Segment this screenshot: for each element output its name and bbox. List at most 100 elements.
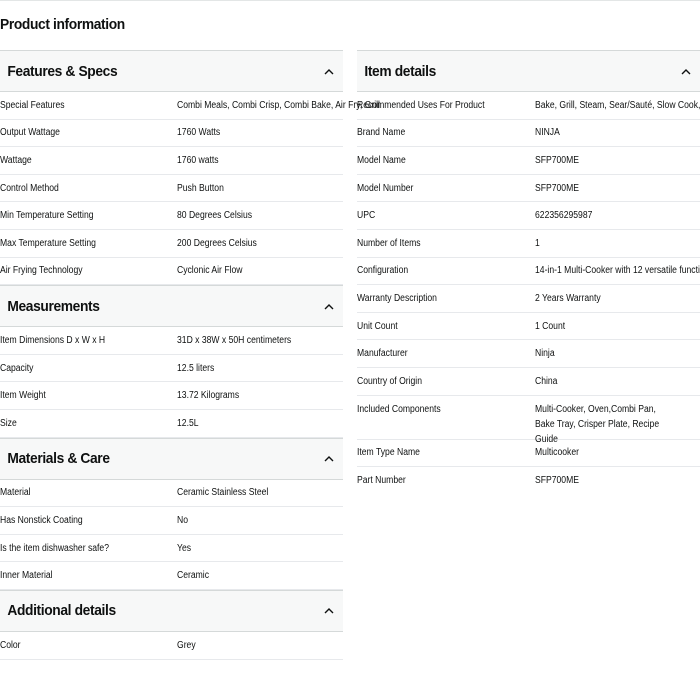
spec-value: 1760 watts: [177, 154, 219, 166]
spec-key: Recommended Uses For Product: [357, 99, 485, 111]
spec-value: 14-in-1 Multi-Cooker with 12 versatile f…: [535, 265, 700, 277]
spec-key: Model Name: [357, 154, 406, 166]
spec-row: Is the item dishwasher safe? Yes: [0, 535, 343, 563]
section-header-measurements[interactable]: Measurements: [0, 285, 343, 328]
spec-key: Brand Name: [357, 127, 406, 139]
spec-key: Size: [0, 417, 17, 429]
spec-row: Capacity 12.5 liters: [0, 355, 343, 383]
spec-value: 80 Degrees Celsius: [177, 210, 253, 222]
spec-key: Number of Items: [357, 237, 421, 249]
spec-value: Push Button: [177, 182, 224, 194]
spec-key: UPC: [357, 210, 376, 222]
section-measurements: Measurements Item Dimensions D x W x H 31…: [0, 285, 343, 438]
spec-value: Multicooker: [535, 447, 579, 459]
section-title: Item details: [364, 62, 436, 80]
page-title: Product information: [0, 16, 125, 33]
spec-row: Included Components Multi-Cooker, Oven,Co…: [357, 396, 700, 445]
spec-value: 622356295987: [535, 210, 593, 222]
spec-value: SFP700ME: [535, 182, 579, 194]
spec-row: Model Name SFP700ME: [357, 147, 700, 175]
spec-value: 12.5L: [177, 417, 199, 429]
spec-row: Warranty Description 2 Years Warranty: [357, 285, 700, 313]
spec-key: Item Type Name: [357, 447, 420, 459]
spec-row: Configuration 14-in-1 Multi-Cooker with 1…: [357, 258, 700, 286]
spec-row: Item Dimensions D x W x H 31D x 38W x 50H…: [0, 327, 343, 355]
spec-row: Part Number SFP700ME: [357, 467, 700, 495]
spec-key: Item Weight: [0, 390, 46, 402]
spec-key: Color: [0, 639, 21, 651]
spec-value: Multi-Cooker, Oven,Combi Pan, Bake Tray,…: [535, 403, 660, 445]
spec-key: Model Number: [357, 182, 414, 194]
section-item-details: Item details Recommended Uses For Produc…: [357, 50, 700, 495]
spec-row: Inner Material Ceramic: [0, 562, 343, 590]
chevron-up-icon[interactable]: [321, 298, 337, 314]
spec-value: 1760 Watts: [177, 127, 221, 139]
spec-key: Part Number: [357, 475, 406, 487]
section-title: Materials & Care: [7, 450, 110, 468]
spec-row: Material Ceramic Stainless Steel: [0, 480, 343, 508]
spec-value: 31D x 38W x 50H centimeters: [177, 334, 292, 346]
spec-row: Manufacturer Ninja: [357, 340, 700, 368]
spec-value: 1: [535, 237, 540, 249]
spec-value: China: [535, 375, 558, 387]
spec-key: Capacity: [0, 362, 34, 374]
spec-row: Output Wattage 1760 Watts: [0, 120, 343, 148]
spec-key: Max Temperature Setting: [0, 237, 96, 249]
spec-row: Item Weight 13.72 Kilograms: [0, 382, 343, 410]
section-header-item-details[interactable]: Item details: [357, 50, 700, 92]
chevron-up-icon[interactable]: [321, 603, 337, 619]
spec-key: Wattage: [0, 154, 32, 166]
section-features-specs: Features & Specs Special Features Combi M…: [0, 50, 380, 286]
spec-key: Unit Count: [357, 320, 398, 332]
spec-value: 200 Degrees Celsius: [177, 237, 257, 249]
spec-value: Grey: [177, 639, 196, 651]
spec-key: Material: [0, 487, 31, 499]
spec-value: NINJA: [535, 127, 560, 139]
spec-row: Min Temperature Setting 80 Degrees Celsiu…: [0, 202, 343, 230]
spec-value: SFP700ME: [535, 154, 579, 166]
section-additional-details: Additional details Color Grey: [0, 589, 343, 660]
chevron-up-icon[interactable]: [678, 63, 694, 79]
spec-row: Number of Items 1: [357, 230, 700, 258]
spec-value: 1 Count: [535, 320, 566, 332]
spec-value: 12.5 liters: [177, 362, 215, 374]
spec-key: Item Dimensions D x W x H: [0, 334, 106, 346]
section-header-additional-details[interactable]: Additional details: [0, 589, 343, 632]
spec-value: Yes: [177, 542, 192, 554]
spec-row: Country of Origin China: [357, 368, 700, 396]
section-header-features-specs[interactable]: Features & Specs: [0, 50, 343, 92]
spec-row: Recommended Uses For Product Bake, Grill,…: [357, 92, 700, 120]
spec-row: Special Features Combi Meals, Combi Crisp…: [0, 92, 380, 120]
spec-value: No: [177, 514, 189, 526]
spec-key: Has Nonstick Coating: [0, 514, 83, 526]
spec-key: Configuration: [357, 265, 409, 277]
chevron-up-icon[interactable]: [321, 451, 337, 467]
spec-value: Ceramic Stainless Steel: [177, 487, 269, 499]
spec-key: Output Wattage: [0, 127, 60, 139]
spec-row: Wattage 1760 watts: [0, 147, 343, 175]
section-header-materials-care[interactable]: Materials & Care: [0, 437, 343, 480]
spec-key: Air Frying Technology: [0, 265, 83, 277]
spec-value: 2 Years Warranty: [535, 292, 601, 304]
spec-key: Special Features: [0, 99, 65, 111]
spec-key: Min Temperature Setting: [0, 210, 94, 222]
spec-row: UPC 622356295987: [357, 202, 700, 230]
chevron-up-icon[interactable]: [321, 63, 337, 79]
spec-row: Brand Name NINJA: [357, 120, 700, 148]
section-title: Features & Specs: [7, 62, 118, 80]
spec-row: Max Temperature Setting 200 Degrees Celsi…: [0, 230, 343, 258]
spec-value: Bake, Grill, Steam, Sear/Sauté, Slow Coo…: [535, 99, 700, 111]
spec-row: Air Frying Technology Cyclonic Air Flow: [0, 258, 343, 286]
section-materials-care: Materials & Care Material Ceramic Stainle…: [0, 437, 343, 590]
spec-row: Model Number SFP700ME: [357, 175, 700, 203]
spec-key: Warranty Description: [357, 292, 437, 304]
spec-key: Control Method: [0, 182, 59, 194]
spec-value: SFP700ME: [535, 475, 579, 487]
spec-value: Ceramic: [177, 570, 210, 582]
spec-key: Manufacturer: [357, 348, 408, 360]
spec-row: Size 12.5L: [0, 410, 343, 438]
left-column: Features & Specs Special Features Combi M…: [0, 50, 380, 660]
spec-value: 13.72 Kilograms: [177, 390, 240, 402]
section-title: Measurements: [7, 297, 100, 315]
top-divider: [0, 0, 700, 1]
